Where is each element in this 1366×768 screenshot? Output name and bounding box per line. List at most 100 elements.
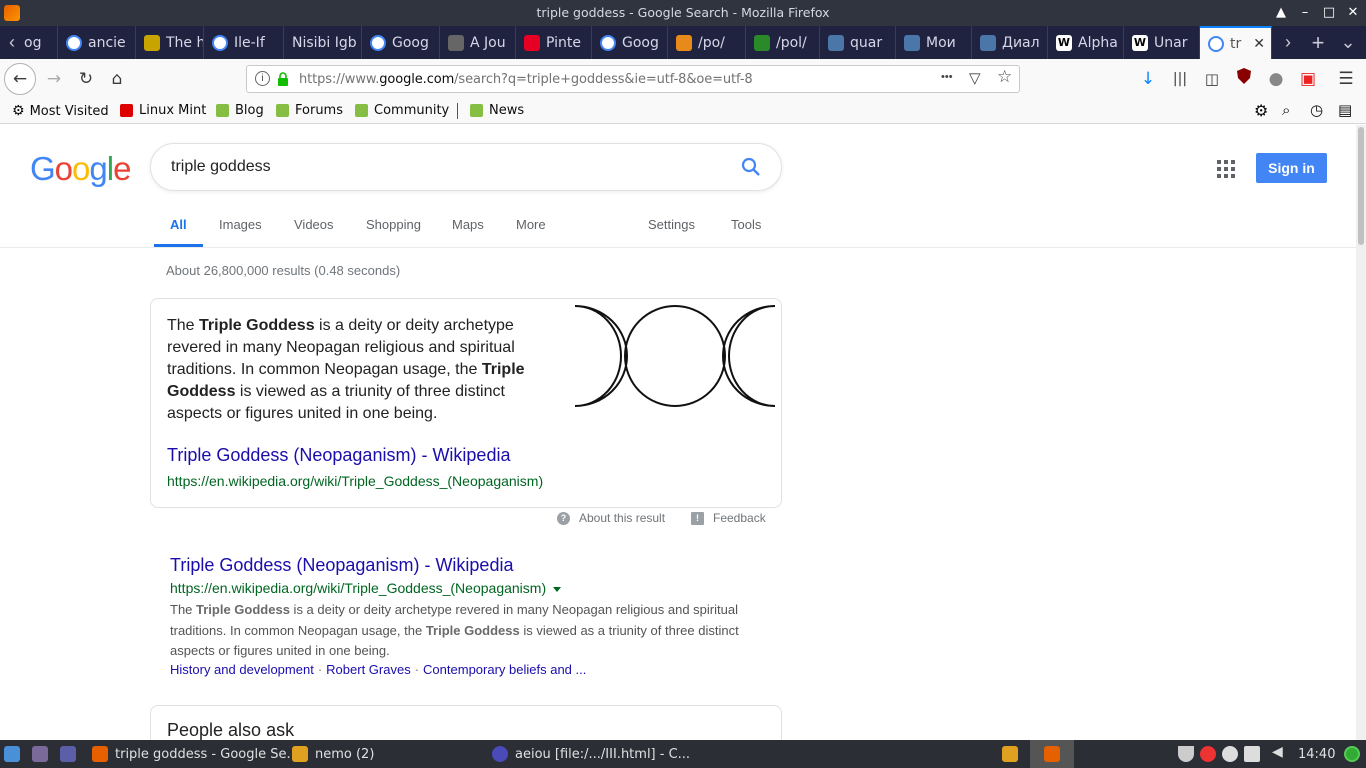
wifi-icon[interactable]: [1178, 746, 1194, 762]
checkbox-icon[interactable]: [1244, 746, 1260, 762]
sitelink-contemporary[interactable]: Contemporary beliefs and ...: [423, 662, 586, 677]
featured-title-link[interactable]: Triple Goddess (Neopaganism) - Wikipedia: [167, 445, 510, 466]
sign-in-button[interactable]: Sign in: [1256, 153, 1327, 183]
page-actions-button[interactable]: •••: [941, 71, 953, 83]
tab-1[interactable]: ancie: [58, 26, 136, 59]
tab-6[interactable]: A Jou: [440, 26, 516, 59]
tab-4[interactable]: Nisibi Igb: [284, 26, 362, 59]
power-icon[interactable]: [1344, 746, 1360, 762]
apps-grid-icon[interactable]: [1217, 160, 1235, 178]
workspace-2[interactable]: [1030, 740, 1074, 768]
google-icon: [600, 34, 616, 51]
tab-all[interactable]: All: [170, 217, 187, 232]
search-icon[interactable]: ⌕: [1282, 101, 1290, 119]
tab-label: Pinte: [546, 34, 581, 51]
tab-5[interactable]: Goog: [362, 26, 440, 59]
tab-7[interactable]: Pinte: [516, 26, 592, 59]
close-window-button[interactable]: ✕: [1344, 4, 1362, 22]
bookmark-community[interactable]: Community: [355, 103, 449, 118]
workspace-1[interactable]: [1002, 740, 1018, 768]
ublock-icon[interactable]: [1230, 65, 1258, 93]
back-button[interactable]: ←: [4, 63, 36, 95]
terminal-launcher[interactable]: [60, 740, 76, 768]
menu-button[interactable]: ☰: [1332, 65, 1360, 93]
about-this-result-link[interactable]: ? About this result: [557, 511, 665, 525]
tab-2[interactable]: The h: [136, 26, 204, 59]
close-tab-icon[interactable]: ✕: [1253, 36, 1265, 52]
tab-label: Ile-If: [234, 34, 265, 51]
bookmark-most-visited[interactable]: ⚙ Most Visited: [12, 103, 109, 119]
tab-15[interactable]: W Unar: [1124, 26, 1200, 59]
sitelink-history[interactable]: History and development: [170, 662, 314, 677]
tab-list-button[interactable]: ⌄: [1336, 26, 1360, 59]
update-icon[interactable]: [1200, 746, 1216, 762]
sidebar-icon[interactable]: ◫: [1198, 65, 1226, 93]
chevron-down-icon[interactable]: [553, 586, 562, 592]
tab-14[interactable]: W Alpha: [1048, 26, 1124, 59]
tab-9[interactable]: /po/: [668, 26, 746, 59]
tab-11[interactable]: quar: [820, 26, 896, 59]
info-icon[interactable]: i: [255, 71, 270, 86]
pocket-icon[interactable]: ▽: [969, 69, 981, 87]
tab-10[interactable]: /pol/: [746, 26, 820, 59]
tab-13[interactable]: Диал: [972, 26, 1048, 59]
tab-more[interactable]: More: [516, 217, 546, 232]
folder-icon: [32, 746, 48, 762]
start-menu-button[interactable]: [4, 740, 20, 768]
settings-link[interactable]: Settings: [648, 217, 695, 232]
vk-icon: [828, 34, 844, 51]
restore-button[interactable]: –: [1296, 4, 1314, 22]
taskbar-window-editor[interactable]: aeiou [file:/.../III.html] - C...: [492, 740, 690, 768]
chat-icon[interactable]: [1222, 746, 1238, 762]
tab-shopping[interactable]: Shopping: [366, 217, 421, 232]
folder-icon[interactable]: ▤: [1338, 101, 1352, 119]
taskbar-window-nemo[interactable]: nemo (2): [292, 740, 374, 768]
feedback-link[interactable]: ! Feedback: [691, 511, 766, 525]
page-scrollbar[interactable]: [1356, 125, 1366, 740]
tab-label: Мои: [926, 34, 956, 51]
tab-images[interactable]: Images: [219, 217, 262, 232]
url-bar[interactable]: i https://www.google.com/search?q=triple…: [246, 65, 1020, 93]
forward-button[interactable]: →: [40, 65, 68, 93]
sitelink-robert-graves[interactable]: Robert Graves: [326, 662, 411, 677]
tab-3[interactable]: Ile-If: [204, 26, 284, 59]
files-launcher[interactable]: [32, 740, 48, 768]
minimize-button[interactable]: ▲: [1272, 4, 1290, 22]
tab-12[interactable]: Мои: [896, 26, 972, 59]
tab-16[interactable]: tr ✕: [1200, 26, 1272, 59]
bookmark-news[interactable]: News: [470, 103, 524, 118]
clock[interactable]: 14:40: [1298, 740, 1335, 768]
maximize-button[interactable]: □: [1320, 4, 1338, 22]
taskbar-window-firefox[interactable]: triple goddess - Google Se...: [92, 740, 299, 768]
new-tab-button[interactable]: +: [1306, 26, 1330, 59]
search-input[interactable]: triple goddess: [171, 158, 271, 176]
tab-scroll-left-button[interactable]: ‹: [0, 26, 24, 59]
settings-icon[interactable]: ⚙: [1254, 101, 1268, 120]
tab-scroll-right-button[interactable]: ›: [1276, 26, 1300, 59]
bookmark-forums[interactable]: Forums: [276, 103, 343, 118]
downloads-icon[interactable]: ↓: [1134, 65, 1162, 93]
reload-button[interactable]: ↻: [72, 65, 100, 93]
bookmark-star-icon[interactable]: ☆: [997, 67, 1012, 87]
bookmark-blog[interactable]: Blog: [216, 103, 264, 118]
tab-8[interactable]: Goog: [592, 26, 668, 59]
wikipedia-icon: W: [1056, 34, 1072, 51]
search-icon[interactable]: [741, 157, 761, 182]
tab-0[interactable]: og: [24, 26, 58, 59]
google-logo[interactable]: Google: [30, 150, 131, 188]
home-button[interactable]: ⌂: [103, 65, 131, 93]
mint-menu-icon: [4, 746, 20, 762]
bookmark-linux-mint[interactable]: Linux Mint: [120, 103, 206, 118]
tab-videos[interactable]: Videos: [294, 217, 334, 232]
library-icon[interactable]: |||: [1166, 65, 1194, 93]
volume-icon[interactable]: ◀: [1272, 744, 1288, 760]
scrollbar-thumb[interactable]: [1358, 127, 1364, 245]
search-box[interactable]: triple goddess: [150, 143, 782, 191]
linux-mint-icon: [120, 104, 133, 117]
screenshot-icon[interactable]: ▣: [1294, 65, 1322, 93]
history-icon[interactable]: ◷: [1310, 101, 1323, 119]
tab-maps[interactable]: Maps: [452, 217, 484, 232]
tools-link[interactable]: Tools: [731, 217, 761, 232]
globe-icon[interactable]: ●: [1262, 65, 1290, 93]
result-title-link[interactable]: Triple Goddess (Neopaganism) - Wikipedia: [170, 555, 513, 576]
